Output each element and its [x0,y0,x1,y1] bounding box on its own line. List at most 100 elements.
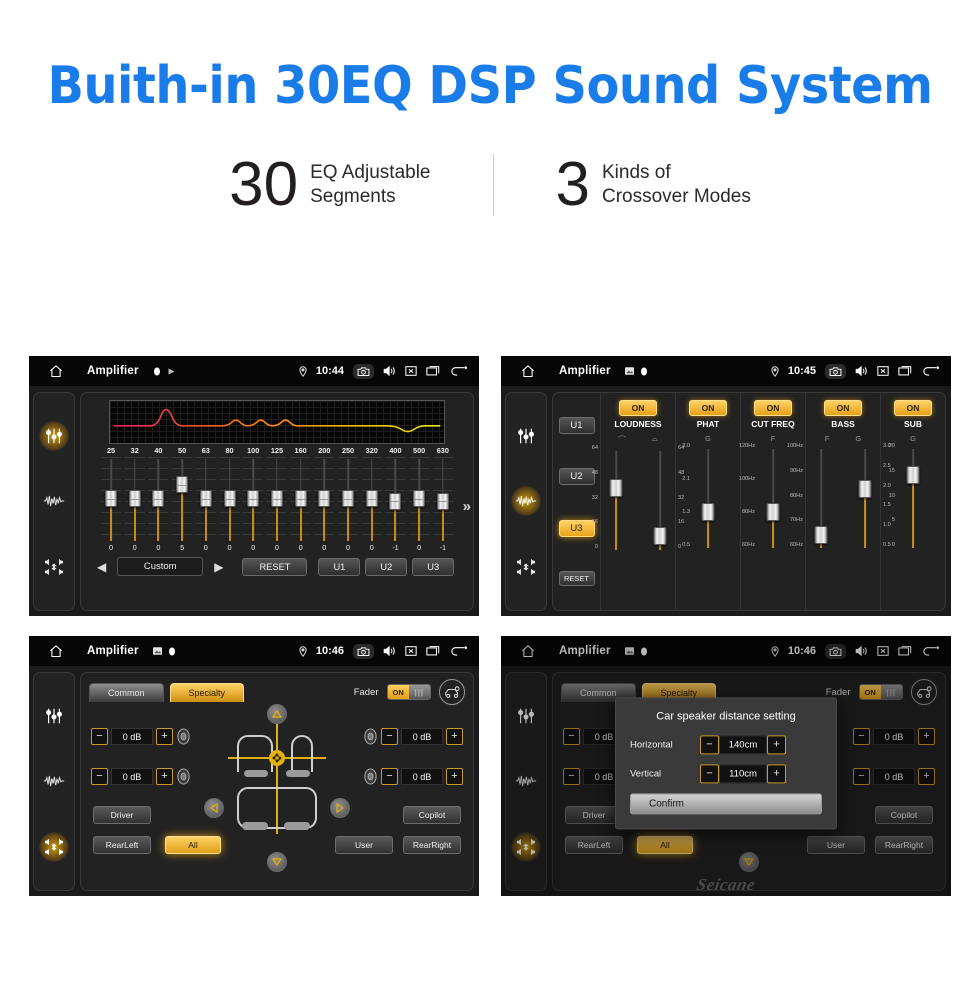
slider-knob[interactable] [814,525,828,544]
volume-icon[interactable] [383,365,396,377]
eq-slider[interactable] [243,457,264,543]
position-user[interactable]: User [335,836,393,854]
eq-sliders-icon[interactable] [39,701,69,731]
preset-name[interactable]: Custom [117,557,204,576]
slider-knob[interactable] [342,490,355,507]
reset-button[interactable]: RESET [558,570,595,586]
camera-icon[interactable] [825,363,846,379]
plus-button[interactable]: + [767,735,786,755]
direction-right-button[interactable] [330,798,350,818]
user-preset-u1[interactable]: U1 [558,417,595,435]
eq-slider[interactable] [172,457,193,543]
eq-slider[interactable] [124,457,145,543]
back-arrow-icon[interactable] [921,365,939,377]
position-rearright[interactable]: RearRight [403,836,461,854]
waveform-icon[interactable] [39,486,69,516]
crossover-slider[interactable]: 64 48 32 16 0 [645,445,684,553]
camera-icon[interactable] [353,643,374,659]
slider-knob[interactable] [105,490,117,507]
minus-button[interactable]: − [381,768,398,785]
volume-icon[interactable] [855,365,868,377]
preset-prev-button[interactable]: ◀ [91,560,112,574]
crossover-slider[interactable]: 20 15 10 5 0 [889,443,928,551]
plus-button[interactable]: + [446,728,463,745]
back-arrow-icon[interactable] [449,645,467,657]
back-arrow-icon[interactable] [449,365,467,377]
home-icon[interactable] [37,364,75,379]
eq-slider[interactable] [385,457,406,543]
slider-knob[interactable] [701,503,715,522]
close-box-icon[interactable] [405,645,417,657]
tab-common[interactable]: Common [89,682,164,702]
slider-knob[interactable] [766,503,780,522]
plus-button[interactable]: + [156,768,173,785]
home-icon[interactable] [37,644,75,659]
plus-button[interactable]: + [156,728,173,745]
eq-slider[interactable] [290,457,311,543]
slider-knob[interactable] [365,490,378,507]
user-preset-u2[interactable]: U2 [365,557,408,576]
slider-knob[interactable] [199,490,212,507]
waveform-icon[interactable] [39,766,69,796]
direction-up-button[interactable] [267,704,287,724]
slider-knob[interactable] [247,490,260,507]
slider-knob[interactable] [128,490,141,507]
position-all[interactable]: All [165,836,221,854]
crossover-slider[interactable]: 3.0 2.5 2.0 1.5 1.0 0.5 [850,443,891,551]
reset-button[interactable]: RESET [242,557,308,576]
balance-fader-icon[interactable] [511,552,541,582]
home-icon[interactable] [509,364,547,379]
eq-slider[interactable] [195,457,216,543]
waveform-icon[interactable] [511,486,541,517]
eq-sliders-icon[interactable] [39,420,69,451]
eq-slider[interactable] [338,457,359,543]
user-preset-u1[interactable]: U1 [318,557,361,576]
eq-slider[interactable] [409,457,430,543]
plus-button[interactable]: + [446,768,463,785]
eq-slider[interactable] [101,457,121,543]
toggle-sub[interactable]: ON [893,400,933,416]
slider-knob[interactable] [152,490,165,507]
camera-icon[interactable] [353,363,374,379]
minus-button[interactable]: − [700,764,719,784]
crossover-slider[interactable]: 100Hz 90Hz 80Hz 70Hz 60Hz [787,443,836,551]
direction-down-button[interactable] [267,852,287,872]
crossover-slider[interactable]: 120Hz 100Hz 80Hz 60Hz [739,443,788,551]
toggle-cut-freq[interactable]: ON [753,400,793,416]
position-driver[interactable]: Driver [93,806,151,824]
slider-knob[interactable] [609,479,623,498]
direction-left-button[interactable] [204,798,224,818]
volume-icon[interactable] [383,645,396,657]
position-copilot[interactable]: Copilot [403,806,461,824]
eq-slider[interactable] [361,457,382,543]
balance-fader-icon[interactable] [39,832,69,863]
car-seat-diagram[interactable] [222,712,332,842]
close-box-icon[interactable] [877,365,889,377]
slider-knob[interactable] [270,490,283,507]
car-speaker-icon[interactable] [439,679,465,705]
fader-toggle[interactable]: ON ||| [386,684,431,700]
confirm-button[interactable]: Confirm [630,793,822,815]
crossover-slider[interactable]: 64 48 32 16 0 [592,445,631,553]
slider-knob[interactable] [389,492,402,510]
slider-knob[interactable] [858,480,872,499]
toggle-phat[interactable]: ON [688,400,728,416]
toggle-bass[interactable]: ON [823,400,863,416]
user-preset-u3[interactable]: U3 [412,557,455,576]
eq-slider[interactable] [266,457,287,543]
crossover-slider[interactable]: 3.0 2.1 1.3 0.5 [682,443,723,551]
eq-slider[interactable] [148,457,169,543]
minus-button[interactable]: − [91,728,108,745]
recent-apps-icon[interactable] [426,365,440,377]
slider-knob[interactable] [176,476,189,494]
eq-sliders-icon[interactable] [511,421,541,451]
toggle-loudness[interactable]: ON [618,400,658,416]
eq-slider[interactable] [314,457,335,543]
position-rearleft[interactable]: RearLeft [93,836,151,854]
minus-button[interactable]: − [700,735,719,755]
preset-next-button[interactable]: ▶ [208,560,229,574]
recent-apps-icon[interactable] [898,365,912,377]
eq-slider[interactable] [219,457,240,543]
slider-knob[interactable] [653,526,667,545]
balance-fader-icon[interactable] [39,552,69,582]
